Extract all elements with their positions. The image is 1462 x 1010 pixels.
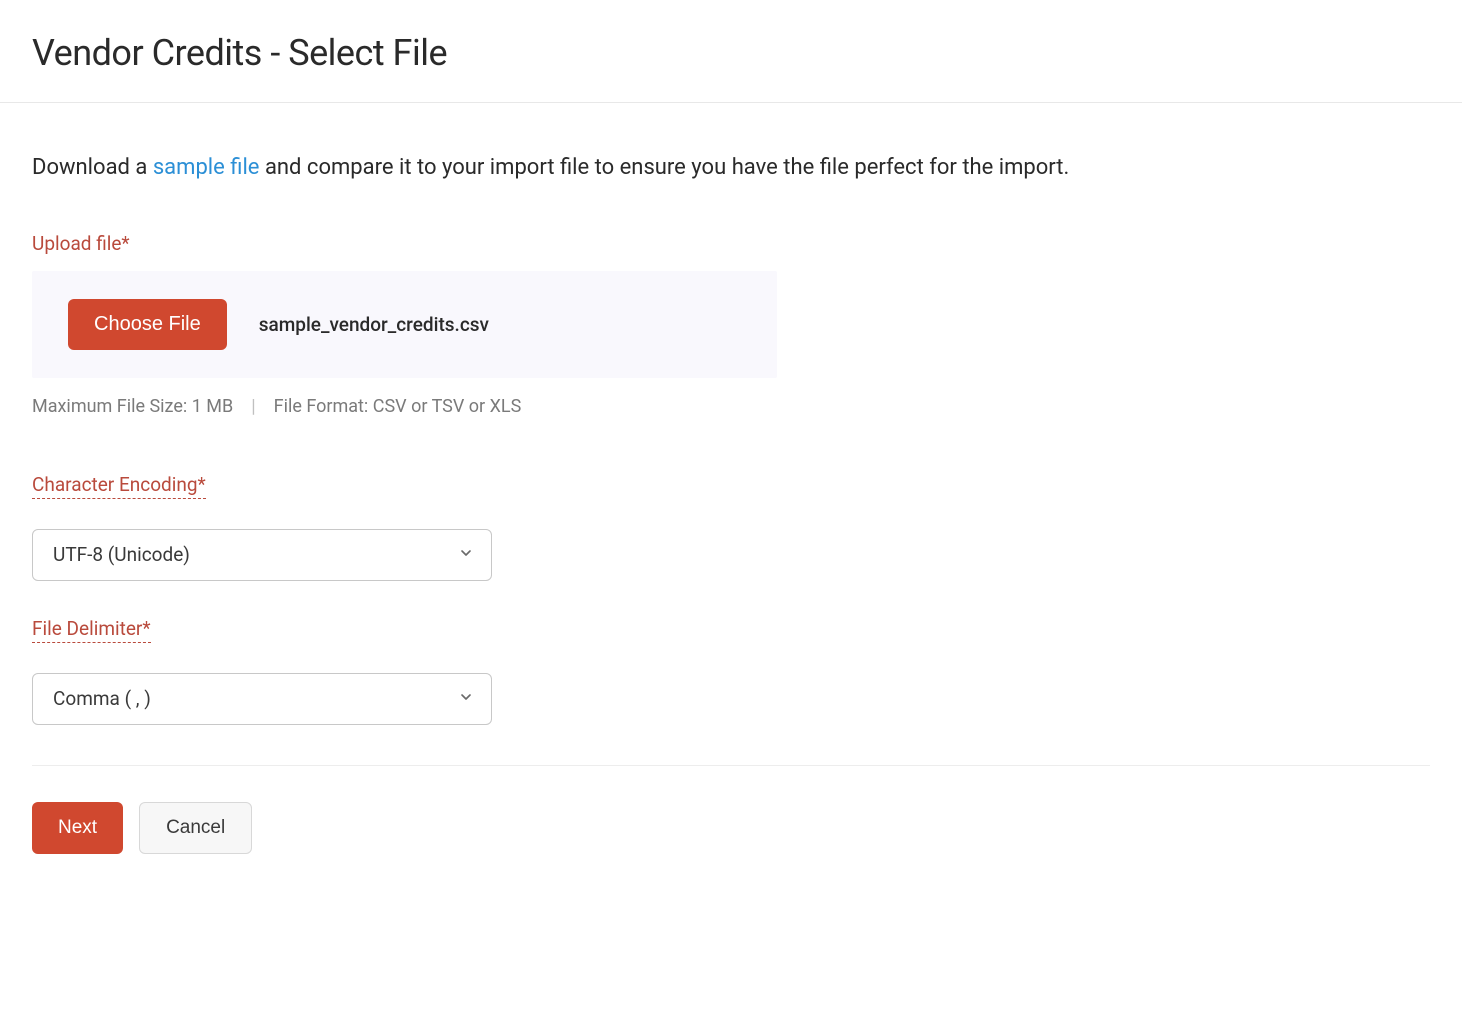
next-button[interactable]: Next	[32, 802, 123, 854]
intro-text: Download a sample file and compare it to…	[32, 153, 1430, 184]
sample-file-link[interactable]: sample file	[153, 155, 260, 180]
upload-file-label: Upload file*	[32, 232, 130, 255]
delimiter-field: File Delimiter* Comma ( , )	[32, 617, 1430, 725]
footer-divider	[32, 765, 1430, 766]
encoding-label: Character Encoding*	[32, 473, 206, 499]
action-bar: Next Cancel	[32, 802, 1430, 854]
cancel-button[interactable]: Cancel	[139, 802, 252, 854]
upload-zone: Choose File sample_vendor_credits.csv	[32, 271, 777, 378]
delimiter-value: Comma ( , )	[53, 687, 151, 710]
choose-file-button[interactable]: Choose File	[68, 299, 227, 350]
upload-section: Upload file* Choose File sample_vendor_c…	[32, 232, 1430, 417]
encoding-value: UTF-8 (Unicode)	[53, 543, 190, 566]
file-hint-size: Maximum File Size: 1 MB	[32, 396, 233, 417]
file-hint-format: File Format: CSV or TSV or XLS	[274, 396, 522, 417]
encoding-select[interactable]: UTF-8 (Unicode)	[32, 529, 492, 581]
delimiter-select[interactable]: Comma ( , )	[32, 673, 492, 725]
file-hints: Maximum File Size: 1 MB | File Format: C…	[32, 396, 1430, 417]
intro-suffix: and compare it to your import file to en…	[259, 155, 1069, 180]
hint-divider: |	[251, 396, 255, 417]
intro-prefix: Download a	[32, 155, 153, 180]
delimiter-label: File Delimiter*	[32, 617, 151, 643]
encoding-field: Character Encoding* UTF-8 (Unicode)	[32, 473, 1430, 581]
selected-filename: sample_vendor_credits.csv	[259, 313, 489, 336]
page-title: Vendor Credits - Select File	[32, 32, 1430, 74]
